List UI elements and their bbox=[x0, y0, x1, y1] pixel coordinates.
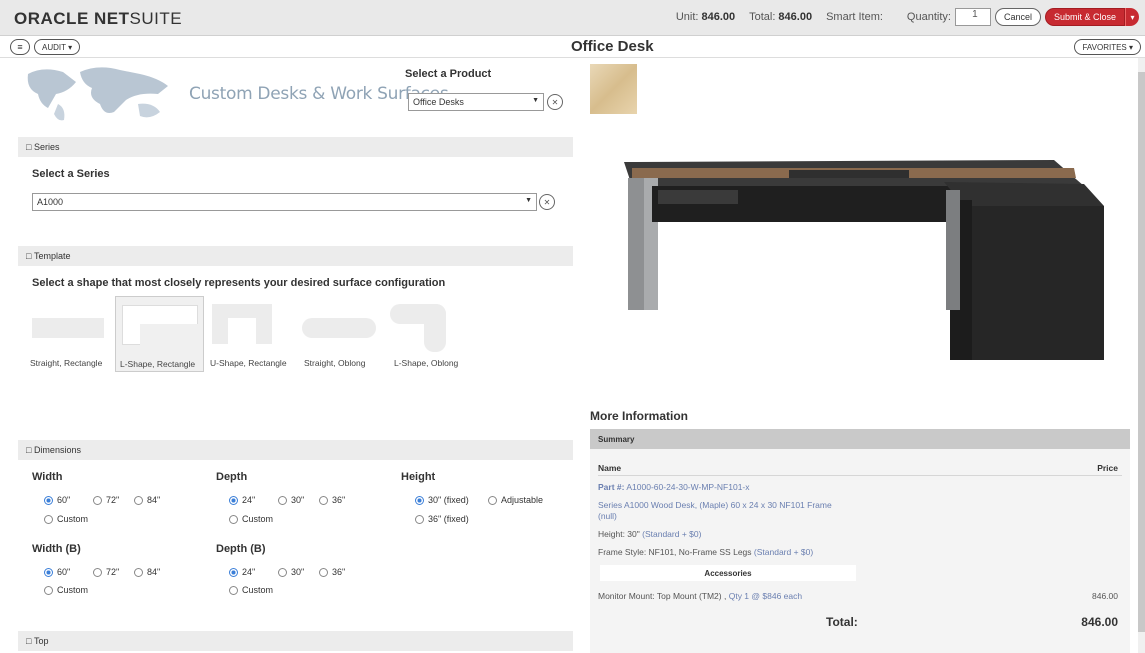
monitor-mount-price: 846.00 bbox=[1092, 591, 1118, 601]
chevron-down-icon: ▼ bbox=[525, 197, 532, 204]
sub-bar: ≡ AUDIT ▾ Office Desk FAVORITES ▾ bbox=[0, 36, 1145, 58]
quantity-label: Quantity: bbox=[906, 11, 951, 23]
template-prompt: Select a shape that most closely represe… bbox=[32, 277, 446, 289]
width-option-72[interactable]: 72" bbox=[93, 495, 119, 505]
summary-table: Name Price Part #: A1000-60-24-30-W-MP-N… bbox=[590, 449, 1130, 653]
template-section-header[interactable]: □ Template bbox=[18, 246, 573, 266]
smart-item-label: Smart Item: bbox=[826, 11, 883, 23]
depth-b-option-custom[interactable]: Custom bbox=[229, 585, 273, 595]
chevron-down-icon: ▼ bbox=[532, 97, 539, 104]
price-column-header: Price bbox=[1097, 463, 1118, 473]
monitor-mount-line: Monitor Mount: Top Mount (TM2) , Qty 1 @… bbox=[598, 591, 803, 601]
shape-straight-rectangle[interactable]: Straight, Rectangle bbox=[30, 296, 112, 372]
depth-b-option-30[interactable]: 30" bbox=[278, 567, 304, 577]
submit-close-button[interactable]: Submit & Close bbox=[1044, 8, 1125, 26]
width-b-option-custom[interactable]: Custom bbox=[44, 585, 88, 595]
top-section-header[interactable]: □ Top bbox=[18, 631, 573, 651]
audit-button[interactable]: AUDIT ▾ bbox=[34, 39, 81, 55]
depth-label: Depth bbox=[216, 471, 248, 483]
width-b-option-72[interactable]: 72" bbox=[93, 567, 119, 577]
clear-series-icon[interactable]: ✕ bbox=[539, 194, 555, 210]
width-b-option-84[interactable]: 84" bbox=[134, 567, 160, 577]
width-label: Width bbox=[32, 471, 63, 483]
series-section-header[interactable]: □ Series bbox=[18, 137, 573, 157]
height-option-30-fixed[interactable]: 30" (fixed) bbox=[415, 495, 469, 505]
shape-l-rectangle[interactable]: L-Shape, Rectangle bbox=[115, 296, 204, 372]
dimensions-section-header[interactable]: □ Dimensions bbox=[18, 440, 573, 460]
series-select[interactable]: A1000 ▼ bbox=[32, 193, 537, 211]
clear-product-icon[interactable]: ✕ bbox=[547, 94, 563, 110]
menu-button[interactable]: ≡ bbox=[10, 39, 30, 55]
depth-option-30[interactable]: 30" bbox=[278, 495, 304, 505]
series-null: (null) bbox=[598, 511, 617, 521]
accessories-header: Accessories bbox=[600, 565, 856, 581]
preview-panel: More Information Summary Name Price Part… bbox=[590, 60, 1140, 653]
unit-label: Unit: bbox=[675, 11, 699, 23]
more-information-heading: More Information bbox=[590, 409, 688, 423]
header-summary: Unit: 846.00 Total: 846.00 Smart Item: Q… bbox=[662, 8, 1139, 26]
page-title: Office Desk bbox=[571, 38, 654, 55]
summary-header: Summary bbox=[590, 429, 1130, 449]
series-description: Series A1000 Wood Desk, (Maple) 60 x 24 … bbox=[598, 500, 832, 510]
total-value: 846.00 bbox=[1081, 615, 1118, 629]
netsuite-logo: ORACLE NETSUITE bbox=[14, 9, 183, 28]
select-product-label: Select a Product bbox=[405, 68, 492, 80]
favorites-button[interactable]: FAVORITES ▾ bbox=[1074, 39, 1141, 55]
depth-option-24[interactable]: 24" bbox=[229, 495, 255, 505]
depth-b-option-36[interactable]: 36" bbox=[319, 567, 345, 577]
height-option-adjustable[interactable]: Adjustable bbox=[488, 495, 543, 505]
part-number: Part #: A1000-60-24-30-W-MP-NF101-x bbox=[598, 482, 750, 492]
height-label: Height bbox=[401, 471, 436, 483]
height-option-36-fixed[interactable]: 36" (fixed) bbox=[415, 514, 469, 524]
width-option-84[interactable]: 84" bbox=[134, 495, 160, 505]
depth-b-option-24[interactable]: 24" bbox=[229, 567, 255, 577]
maple-swatch-image bbox=[590, 64, 637, 114]
name-column-header: Name bbox=[598, 463, 622, 473]
quantity-input[interactable]: 1 bbox=[954, 8, 991, 26]
height-summary: Height: 30" (Standard + $0) bbox=[598, 529, 702, 539]
product-select[interactable]: Office Desks ▼ bbox=[408, 93, 544, 111]
scrollbar-thumb[interactable] bbox=[1138, 72, 1145, 632]
shape-straight-oblong[interactable]: Straight, Oblong bbox=[300, 296, 382, 372]
depth-option-custom[interactable]: Custom bbox=[229, 514, 273, 524]
cancel-button[interactable]: Cancel bbox=[994, 8, 1041, 26]
select-series-label: Select a Series bbox=[32, 168, 110, 180]
configurator-panel: Custom Desks & Work Surfaces Select a Pr… bbox=[18, 60, 573, 653]
total-value: 846.00 bbox=[778, 11, 813, 23]
depth-b-label: Depth (B) bbox=[216, 543, 266, 555]
total-label: Total: bbox=[826, 615, 858, 629]
shape-u-rectangle[interactable]: U-Shape, Rectangle bbox=[208, 296, 290, 372]
width-option-custom[interactable]: Custom bbox=[44, 514, 88, 524]
width-b-option-60[interactable]: 60" bbox=[44, 567, 70, 577]
world-map-image bbox=[27, 67, 168, 121]
office-desk-image bbox=[624, 160, 1104, 360]
width-b-label: Width (B) bbox=[32, 543, 81, 555]
shape-l-oblong[interactable]: L-Shape, Oblong bbox=[388, 296, 470, 372]
unit-value: 846.00 bbox=[701, 11, 736, 23]
depth-option-36[interactable]: 36" bbox=[319, 495, 345, 505]
top-bar: ORACLE NETSUITE Unit: 846.00 Total: 846.… bbox=[0, 0, 1145, 36]
frame-summary: Frame Style: NF101, No-Frame SS Legs (St… bbox=[598, 547, 814, 557]
submit-dropdown-caret-icon[interactable]: ▾ bbox=[1125, 8, 1139, 26]
total-label: Total: bbox=[749, 11, 776, 23]
width-option-60[interactable]: 60" bbox=[44, 495, 70, 505]
